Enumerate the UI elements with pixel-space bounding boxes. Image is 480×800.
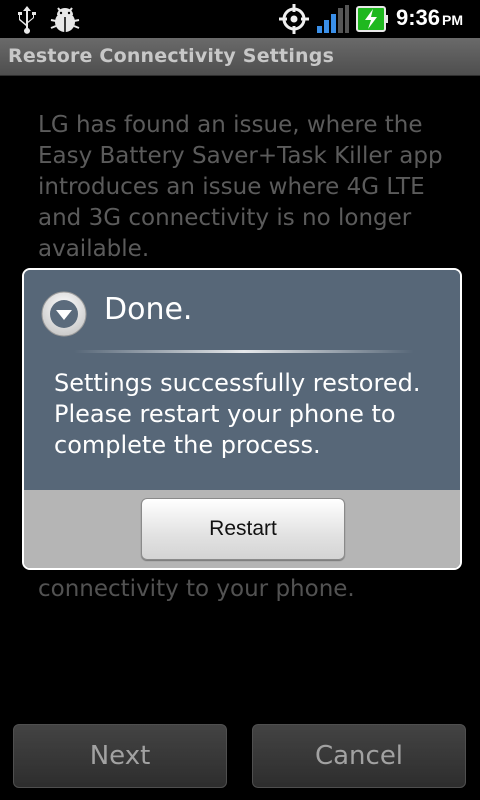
restart-button[interactable]: Restart bbox=[141, 498, 345, 560]
done-dialog: Done. Settings successfully restored. Pl… bbox=[22, 268, 462, 570]
title-bar: Restore Connectivity Settings bbox=[0, 38, 480, 76]
debug-icon bbox=[50, 7, 80, 32]
page-title: Restore Connectivity Settings bbox=[8, 45, 335, 67]
dialog-button-bar: Restart bbox=[24, 490, 460, 568]
battery-charging-icon bbox=[356, 6, 388, 32]
gps-icon bbox=[279, 4, 309, 34]
signal-icon bbox=[317, 5, 349, 33]
dropdown-circle-icon bbox=[41, 291, 87, 337]
clock: 9:36 PM bbox=[396, 5, 463, 31]
status-bar: 9:36 PM bbox=[0, 0, 480, 38]
dialog-title: Done. bbox=[104, 292, 193, 327]
dialog-divider bbox=[74, 350, 414, 353]
usb-icon bbox=[18, 6, 36, 34]
clock-time: 9:36 bbox=[396, 5, 441, 30]
dialog-body: Done. Settings successfully restored. Pl… bbox=[24, 270, 460, 490]
dialog-message: Settings successfully restored. Please r… bbox=[54, 369, 421, 459]
clock-ampm: PM bbox=[442, 12, 464, 28]
